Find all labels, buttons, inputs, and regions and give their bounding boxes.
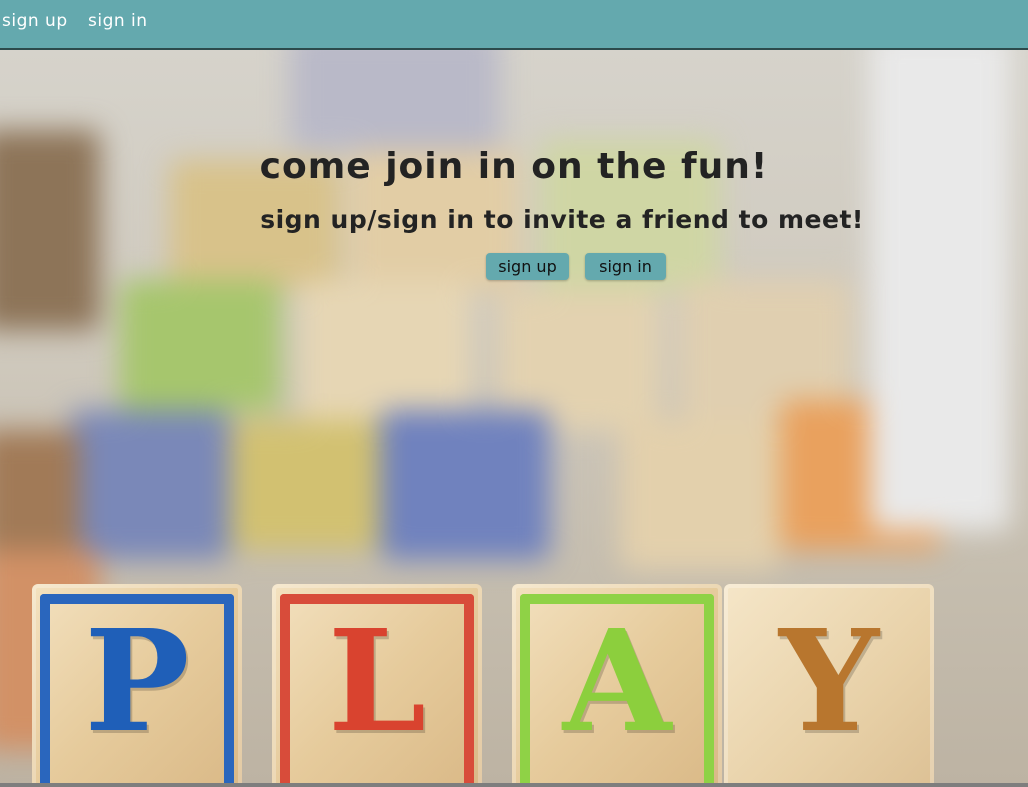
bottom-edge: [0, 783, 1028, 787]
nav-sign-in-link[interactable]: SIGN IN: [88, 11, 148, 31]
block-letter-y: Y: [779, 600, 879, 764]
nav-sign-up-link[interactable]: SIGN UP: [2, 11, 68, 31]
block-a: A: [512, 584, 722, 783]
block-l: L: [272, 584, 482, 783]
block-letter-l: L: [327, 600, 427, 764]
block-letter-p: P: [84, 600, 190, 764]
block-p: P: [32, 584, 242, 783]
hero-sign-in-button[interactable]: SIGN IN: [585, 253, 666, 280]
hero-headline: COME JOIN IN ON THE FUN!: [259, 146, 769, 187]
block-letter-a: A: [562, 600, 672, 764]
top-navbar: SIGN UP SIGN IN: [0, 0, 1028, 50]
block-y: Y: [724, 584, 934, 783]
hero-sign-up-button[interactable]: SIGN UP: [486, 253, 569, 280]
hero-subheadline: SIGN UP/SIGN IN TO INVITE A FRIEND TO ME…: [260, 205, 864, 234]
